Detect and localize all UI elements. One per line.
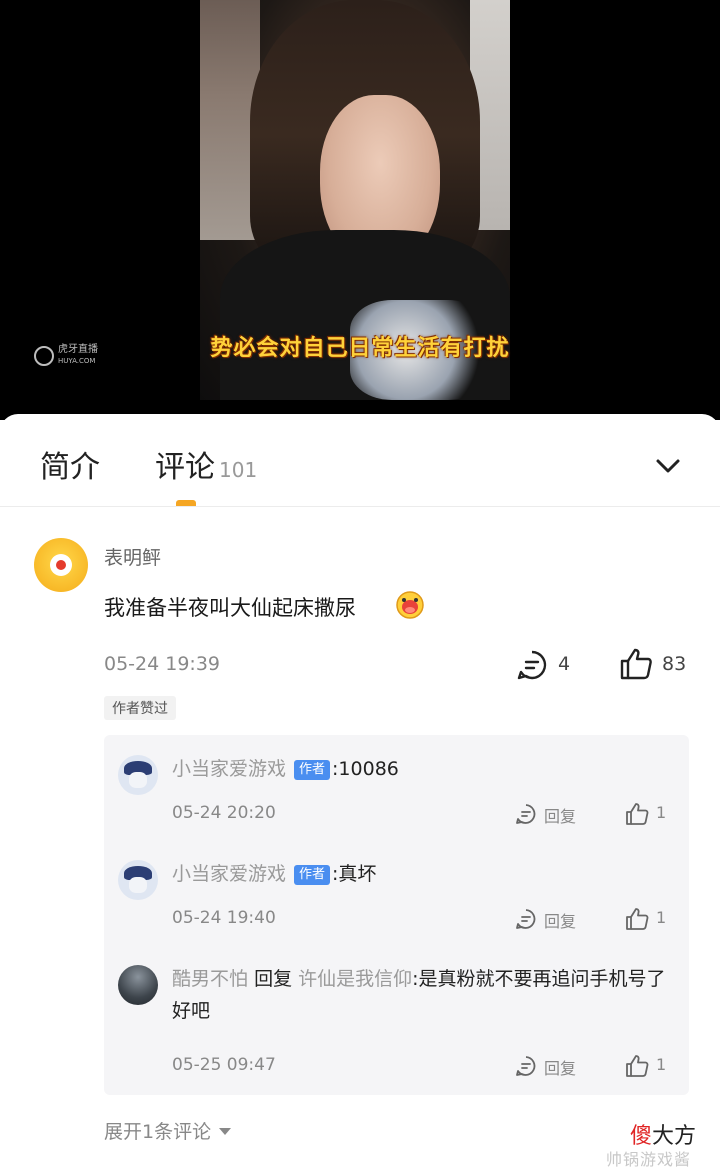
reply-like-count: 1 — [656, 908, 667, 927]
tab-intro[interactable]: 简介 — [40, 442, 100, 486]
tab-bar: 简介 评论 101 — [0, 414, 720, 507]
reply-icon[interactable] — [514, 907, 538, 931]
thumbs-up-icon[interactable] — [624, 801, 650, 827]
avatar[interactable] — [118, 755, 158, 795]
avatar[interactable] — [34, 538, 88, 592]
expand-label: 展开1条评论 — [104, 1121, 212, 1143]
reply-button[interactable]: 回复 — [544, 908, 576, 932]
reply-like-count: 1 — [656, 803, 667, 822]
like-count: 83 — [662, 653, 687, 675]
reply-content: 小当家爱游戏 作者:10086 — [172, 753, 672, 785]
avatar-face — [129, 877, 147, 893]
comment-username[interactable]: 表明鲆 — [104, 543, 161, 570]
tab-comments[interactable]: 评论 101 — [155, 442, 257, 486]
reply-username[interactable]: 酷男不怕 — [172, 968, 248, 990]
author-liked-badge: 作者赞过 — [104, 696, 176, 720]
reply-button[interactable]: 回复 — [544, 803, 576, 827]
avatar-pupil — [56, 560, 66, 570]
reply-date: 05-25 09:47 — [172, 1055, 276, 1075]
avatar-face — [129, 772, 147, 788]
chevron-down-icon[interactable] — [652, 450, 684, 482]
caret-down-icon — [219, 1128, 232, 1135]
reply-icon[interactable] — [514, 802, 538, 826]
active-tab-indicator — [176, 500, 196, 506]
avatar[interactable] — [118, 965, 158, 1005]
reply-username[interactable]: 小当家爱游戏 — [172, 863, 286, 885]
shocked-face-emoji-icon — [396, 591, 424, 619]
reply-text: :10086 — [332, 758, 399, 780]
comment-date: 05-24 19:39 — [104, 653, 221, 675]
author-tag: 作者 — [294, 760, 331, 780]
reply-button[interactable]: 回复 — [544, 1055, 576, 1079]
video-subtitle: 势必会对自己日常生活有打扰 — [210, 336, 510, 361]
huya-logo: 虎牙直播 HUYA.COM — [34, 344, 98, 367]
thumbs-up-icon[interactable] — [618, 646, 654, 682]
reply-text: :真坏 — [332, 863, 377, 885]
tab-intro-label: 简介 — [40, 450, 100, 485]
avatar[interactable] — [118, 860, 158, 900]
reply-date: 05-24 19:40 — [172, 908, 276, 928]
thumbs-up-icon[interactable] — [624, 906, 650, 932]
comments-count: 101 — [219, 458, 258, 482]
replies-panel: 小当家爱游戏 作者:10086 05-24 20:20 回复 1 小当家爱游戏 作者… — [104, 735, 689, 1095]
reply-content: 酷男不怕 回复 许仙是我信仰:是真粉就不要再追问手机号了好吧 — [172, 963, 672, 1027]
huya-logo-sub: HUYA.COM — [58, 357, 96, 365]
expand-replies-button[interactable]: 展开1条评论 — [104, 1117, 232, 1144]
huya-logo-icon — [34, 345, 54, 366]
comment-reply-icon[interactable] — [515, 648, 549, 682]
reply-icon[interactable] — [514, 1054, 538, 1078]
reply-count: 4 — [558, 653, 571, 675]
comment-text: 我准备半夜叫大仙起床撒尿 — [104, 596, 356, 620]
video-player[interactable]: 虎牙直播 HUYA.COM 势必会对自己日常生活有打扰 — [0, 0, 720, 420]
watermark-sub: 帅锅游戏酱 — [606, 1150, 692, 1169]
reply-word: 回复 — [254, 968, 293, 990]
reply-date: 05-24 20:20 — [172, 803, 276, 823]
reply-content: 小当家爱游戏 作者:真坏 — [172, 858, 672, 890]
reply-username[interactable]: 小当家爱游戏 — [172, 758, 286, 780]
thumbs-up-icon[interactable] — [624, 1053, 650, 1079]
reply-target-username[interactable]: 许仙是我信仰 — [298, 968, 412, 990]
reply-like-count: 1 — [656, 1055, 667, 1074]
tab-comments-label: 评论 — [155, 450, 215, 485]
author-tag: 作者 — [294, 865, 331, 885]
huya-logo-text: 虎牙直播 — [58, 344, 98, 355]
